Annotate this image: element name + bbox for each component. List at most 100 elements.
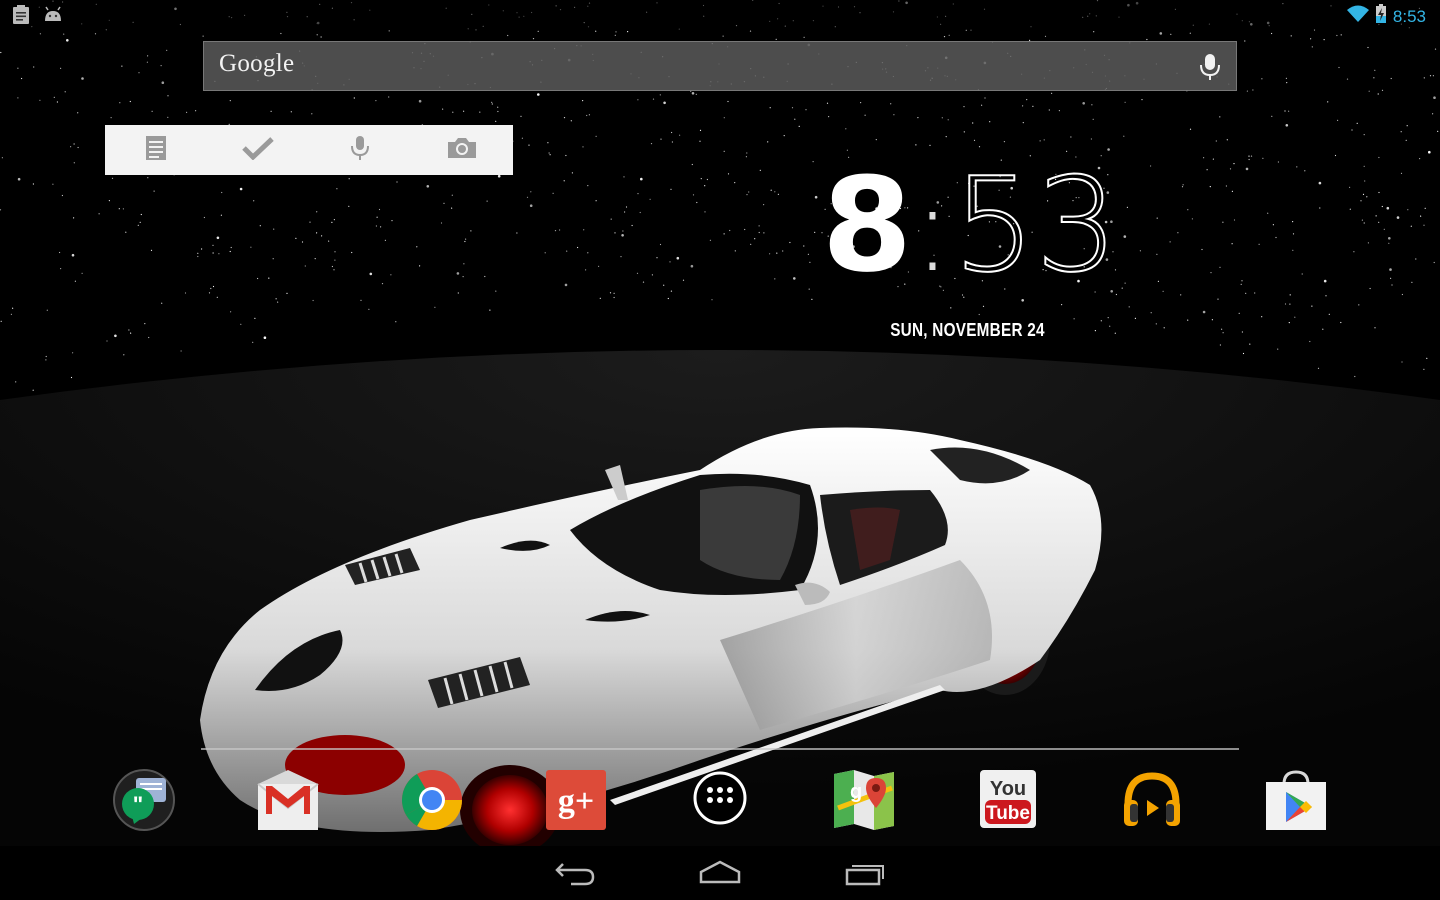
star xyxy=(1261,78,1263,80)
star xyxy=(1244,40,1246,42)
android-debug-icon[interactable] xyxy=(42,5,64,30)
star xyxy=(1323,39,1325,41)
star xyxy=(334,259,336,261)
star xyxy=(150,249,153,251)
star xyxy=(139,221,141,223)
star xyxy=(1222,332,1224,334)
star xyxy=(948,34,950,36)
star xyxy=(537,30,539,32)
star xyxy=(442,108,444,110)
star xyxy=(280,32,282,35)
play-music-app[interactable] xyxy=(1120,768,1184,832)
star xyxy=(419,265,421,267)
star xyxy=(544,252,546,254)
star xyxy=(507,34,509,37)
star xyxy=(212,285,215,288)
google-search-bar[interactable]: Google xyxy=(203,41,1237,91)
star xyxy=(253,200,255,202)
star xyxy=(184,292,187,294)
star xyxy=(775,38,777,41)
star xyxy=(704,211,706,213)
clock-widget[interactable]: 8:53 SUN, NOVEMBER 24 xyxy=(820,149,1120,360)
star xyxy=(272,258,274,260)
star xyxy=(1191,218,1193,220)
star xyxy=(336,188,338,190)
voice-note-button[interactable] xyxy=(309,125,411,175)
star xyxy=(1182,184,1184,186)
back-button[interactable] xyxy=(551,858,601,888)
star xyxy=(696,201,698,204)
star xyxy=(1327,101,1329,103)
star xyxy=(1250,155,1253,157)
star xyxy=(777,193,780,195)
chrome-app[interactable] xyxy=(400,768,464,832)
star xyxy=(758,231,760,234)
star xyxy=(1428,150,1431,154)
star xyxy=(418,99,422,103)
star xyxy=(1150,165,1152,167)
new-checklist-button[interactable] xyxy=(207,125,309,175)
star xyxy=(1288,110,1290,112)
microphone-icon[interactable] xyxy=(1198,53,1222,81)
star xyxy=(351,251,353,254)
star xyxy=(1245,292,1247,294)
play-store-app[interactable] xyxy=(1264,768,1328,832)
star xyxy=(989,121,991,123)
star xyxy=(1340,34,1342,36)
star xyxy=(1369,287,1371,290)
star xyxy=(263,336,267,340)
star xyxy=(548,152,550,154)
star xyxy=(615,31,617,33)
star xyxy=(642,281,645,283)
star xyxy=(1157,280,1159,282)
star xyxy=(563,117,566,119)
star xyxy=(782,250,784,252)
star xyxy=(676,256,680,260)
star xyxy=(945,136,947,138)
star xyxy=(1123,135,1125,137)
google-plus-app[interactable]: g+ xyxy=(544,768,608,832)
maps-app[interactable]: g xyxy=(832,768,896,832)
star xyxy=(1238,312,1240,314)
star xyxy=(1022,105,1024,107)
star xyxy=(333,219,335,221)
all-apps-button[interactable] xyxy=(688,768,752,832)
star xyxy=(623,176,625,178)
star xyxy=(1292,221,1294,223)
clipboard-notification-icon[interactable] xyxy=(10,5,32,30)
star xyxy=(497,110,499,113)
youtube-app[interactable]: You Tube xyxy=(976,768,1040,832)
star xyxy=(1338,66,1340,69)
star xyxy=(108,200,110,202)
star xyxy=(521,137,524,139)
home-button[interactable] xyxy=(695,858,745,888)
star xyxy=(973,139,976,141)
star xyxy=(1383,228,1385,230)
gmail-app[interactable] xyxy=(256,768,320,832)
star xyxy=(571,172,574,174)
star xyxy=(769,107,771,109)
star xyxy=(81,77,84,80)
star xyxy=(1432,75,1434,77)
star xyxy=(585,269,587,271)
hangouts-app[interactable]: " xyxy=(112,768,176,832)
new-note-button[interactable] xyxy=(105,125,207,175)
star xyxy=(375,225,377,227)
star xyxy=(369,272,373,276)
star xyxy=(375,100,377,102)
star xyxy=(1277,348,1279,350)
star xyxy=(552,192,554,194)
camera-note-button[interactable] xyxy=(411,125,513,175)
star xyxy=(148,336,150,339)
star xyxy=(1407,209,1409,211)
star xyxy=(130,332,132,334)
star xyxy=(1206,169,1208,171)
star xyxy=(1241,280,1243,282)
star xyxy=(1210,272,1212,274)
star xyxy=(748,191,750,193)
star xyxy=(691,163,693,166)
star xyxy=(1337,119,1339,121)
recents-button[interactable] xyxy=(839,858,889,888)
star xyxy=(147,55,149,57)
star xyxy=(1262,157,1264,159)
